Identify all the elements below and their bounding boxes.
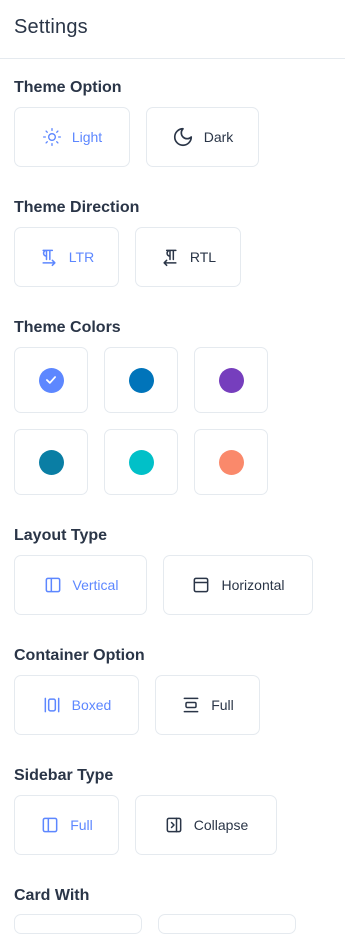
layout-type-title: Layout Type xyxy=(14,527,108,544)
card-with-title: Card With xyxy=(14,887,90,904)
color-dot xyxy=(128,449,154,475)
color-dot xyxy=(38,367,64,393)
sidebar-full-label: Full xyxy=(70,817,93,833)
boxed-label: Boxed xyxy=(71,697,112,713)
horizontal-layout-icon xyxy=(191,575,211,595)
ltr-icon xyxy=(39,247,59,267)
theme-colors-title: Theme Colors xyxy=(14,319,121,336)
rtl-button[interactable]: RTL xyxy=(135,227,241,287)
sidebar-type-title: Sidebar Type xyxy=(14,767,114,784)
theme-color-swatch[interactable] xyxy=(194,347,268,413)
ltr-button[interactable]: LTR xyxy=(14,227,119,287)
full-container-button[interactable]: Full xyxy=(155,675,260,735)
dark-theme-button[interactable]: Dark xyxy=(146,107,259,167)
dark-label: Dark xyxy=(203,129,234,145)
vertical-layout-icon xyxy=(43,575,63,595)
full-width-icon xyxy=(181,695,201,715)
boxed-icon xyxy=(42,695,62,715)
light-label: Light xyxy=(71,129,103,145)
theme-color-swatch[interactable] xyxy=(104,347,178,413)
theme-color-swatch[interactable] xyxy=(194,429,268,495)
container-option-title: Container Option xyxy=(14,647,145,664)
theme-option-title: Theme Option xyxy=(14,79,122,96)
sidebar-collapse-label: Collapse xyxy=(193,817,249,833)
card-shadow-button[interactable] xyxy=(158,914,296,934)
horizontal-label: Horizontal xyxy=(221,577,285,593)
page-title: Settings xyxy=(14,16,88,38)
theme-color-swatch[interactable] xyxy=(14,347,88,413)
sidebar-full-button[interactable]: Full xyxy=(14,795,119,855)
sidebar-collapse-button[interactable]: Collapse xyxy=(135,795,277,855)
moon-icon xyxy=(172,126,194,148)
color-dot xyxy=(218,449,244,475)
horizontal-layout-button[interactable]: Horizontal xyxy=(163,555,313,615)
vertical-label: Vertical xyxy=(72,577,119,593)
vertical-layout-button[interactable]: Vertical xyxy=(14,555,147,615)
ltr-label: LTR xyxy=(68,249,95,265)
color-dot xyxy=(218,367,244,393)
settings-header: Settings xyxy=(0,0,345,59)
sidebar-collapse-icon xyxy=(164,815,184,835)
rtl-label: RTL xyxy=(189,249,217,265)
sidebar-full-icon xyxy=(40,815,60,835)
check-icon xyxy=(46,376,56,384)
color-dot xyxy=(38,449,64,475)
theme-color-swatch[interactable] xyxy=(104,429,178,495)
color-dot xyxy=(128,367,154,393)
theme-direction-title: Theme Direction xyxy=(14,199,140,216)
light-theme-button[interactable]: Light xyxy=(14,107,130,167)
full-container-label: Full xyxy=(211,697,234,713)
rtl-icon xyxy=(160,247,180,267)
sun-icon xyxy=(42,127,62,147)
card-border-button[interactable] xyxy=(14,914,142,934)
theme-color-swatch[interactable] xyxy=(14,429,88,495)
boxed-button[interactable]: Boxed xyxy=(14,675,139,735)
